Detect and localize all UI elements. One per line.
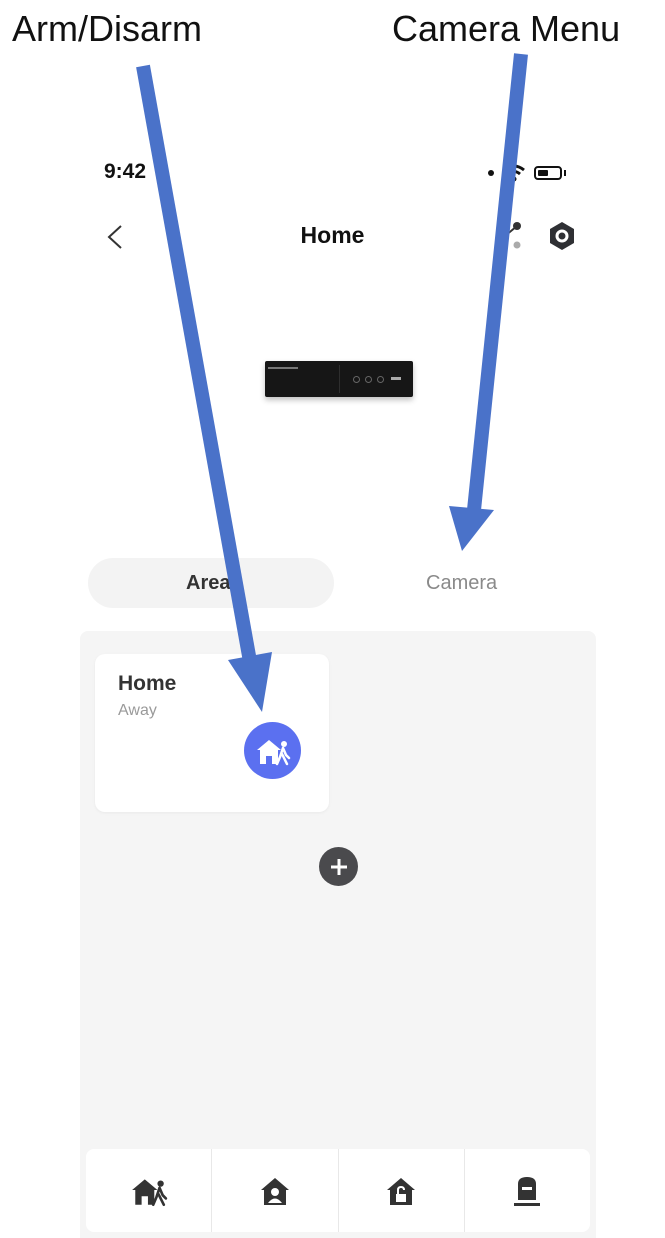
- arm-disarm-button[interactable]: [244, 722, 301, 779]
- alarm-clear-button[interactable]: [463, 1149, 590, 1232]
- area-status: Away: [118, 702, 157, 719]
- disarm-icon: [387, 1177, 416, 1205]
- settings-icon[interactable]: [546, 220, 578, 252]
- tab-camera[interactable]: Camera: [426, 572, 497, 595]
- plus-icon: [330, 858, 347, 875]
- arrow-camera-menu-head: [449, 506, 494, 551]
- annotation-camera-menu: Camera Menu: [392, 8, 621, 49]
- add-area-button[interactable]: [319, 847, 358, 886]
- away-arm-button[interactable]: [86, 1149, 211, 1232]
- tab-area[interactable]: Area: [186, 572, 230, 595]
- device-image: [265, 361, 413, 397]
- area-name: Home: [118, 672, 177, 695]
- annotation-arm-disarm: Arm/Disarm: [12, 8, 202, 49]
- wifi-icon: [503, 164, 525, 182]
- away-arm-icon: [131, 1178, 167, 1206]
- stay-arm-icon: [260, 1177, 289, 1205]
- arrow-camera-menu-shaft: [467, 53, 528, 511]
- battery-icon: [534, 166, 562, 180]
- status-icons: [488, 160, 566, 186]
- signal-icon: [488, 170, 494, 176]
- away-arm-icon: [256, 739, 290, 765]
- alarm-clear-icon: [514, 1176, 541, 1206]
- share-icon[interactable]: [500, 220, 524, 252]
- arm-mode-bar: [86, 1149, 590, 1232]
- status-time: 9:42: [104, 160, 147, 183]
- disarm-button[interactable]: [337, 1149, 464, 1232]
- stay-arm-button[interactable]: [211, 1149, 337, 1232]
